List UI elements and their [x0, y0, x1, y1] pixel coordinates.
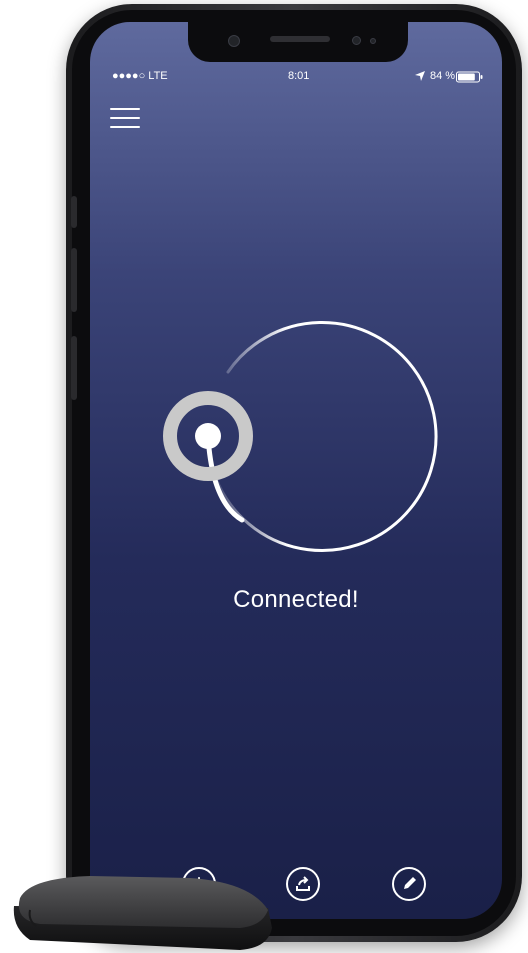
battery-percent: 84 % — [430, 70, 456, 82]
connection-status-text: Connected! — [233, 586, 359, 613]
earpiece-speaker — [270, 36, 330, 42]
hamburger-menu-icon[interactable] — [110, 108, 140, 130]
clock: 8:01 — [288, 70, 310, 82]
bluetooth-device-puck — [13, 876, 273, 950]
device-dot — [195, 423, 221, 449]
battery-icon — [456, 70, 484, 88]
location-arrow-icon — [414, 69, 426, 87]
edit-button[interactable] — [392, 867, 426, 901]
volume-down-button — [71, 336, 77, 400]
proximity-sensor-icon — [370, 38, 376, 44]
share-icon — [296, 876, 310, 891]
volume-up-button — [71, 248, 77, 312]
signal-indicator: ●●●●○ LTE — [112, 70, 168, 82]
notch — [188, 22, 408, 62]
sensor-icon — [352, 36, 361, 45]
mute-switch — [71, 196, 77, 228]
edit-icon — [404, 877, 416, 889]
share-button[interactable] — [286, 867, 320, 901]
front-camera-icon — [228, 35, 240, 47]
app-screen: ●●●●○ LTE 8:01 84 % Connected! — [90, 22, 502, 919]
